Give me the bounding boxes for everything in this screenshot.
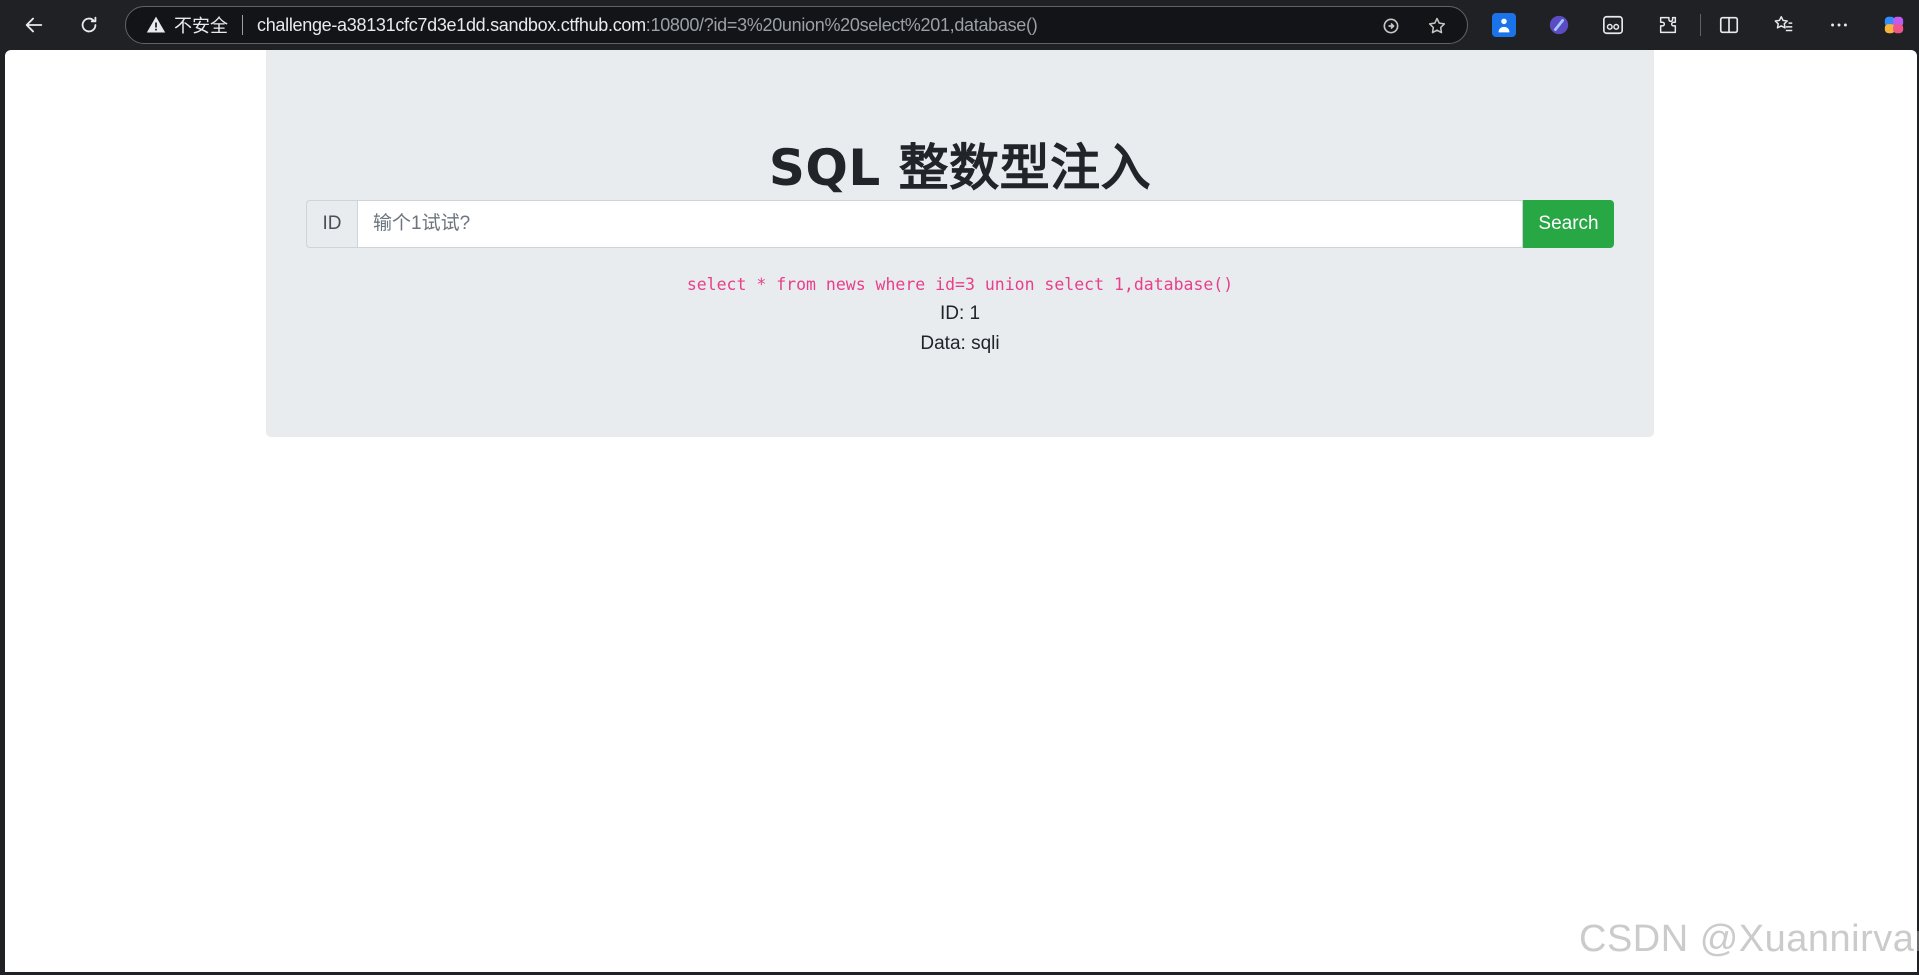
url-host: challenge-a38131cfc7d3e1dd.sandbox.ctfhu… (257, 14, 646, 35)
watermark: CSDN @Xuannirvana (1579, 918, 1919, 960)
result-data: Data: sqli (920, 333, 1000, 354)
refresh-page-icon (1383, 18, 1399, 34)
address-bar[interactable]: 不安全 challenge-a38131cfc7d3e1dd.sandbox.c… (125, 6, 1468, 44)
puzzle-icon (1659, 16, 1677, 34)
favorites-button[interactable] (1772, 13, 1796, 37)
person-icon (1498, 18, 1510, 33)
url-path: :10800/?id=3%20union%20select%201,databa… (645, 14, 1038, 35)
toolbar-divider (1700, 14, 1701, 36)
ellipsis-icon (1831, 23, 1847, 27)
glasses-icon (1603, 15, 1623, 35)
extension-slash-button[interactable] (1547, 13, 1571, 37)
refresh-button[interactable] (73, 9, 105, 41)
security-label: 不安全 (174, 16, 228, 36)
favorite-button[interactable] (1424, 13, 1450, 39)
page-title: SQL 整数型注入 (768, 139, 1152, 197)
page-viewport: SQL 整数型注入 ID Search select * from news w… (5, 50, 1917, 972)
refresh-icon (81, 16, 97, 33)
extension-glasses-button[interactable] (1601, 13, 1625, 37)
browser-toolbar: 不安全 challenge-a38131cfc7d3e1dd.sandbox.c… (0, 0, 1919, 50)
star-icon (1428, 17, 1446, 34)
id-prefix-label: ID (306, 200, 357, 248)
extensions-button[interactable] (1656, 13, 1680, 37)
arrow-left-icon (25, 17, 43, 33)
slash-circle-icon (1549, 15, 1569, 35)
url-text[interactable]: challenge-a38131cfc7d3e1dd.sandbox.ctfhu… (257, 14, 1038, 36)
security-indicator[interactable]: 不安全 (146, 12, 228, 38)
copilot-icon (1884, 16, 1904, 34)
omnibox-divider (242, 15, 243, 35)
split-screen-icon (1719, 16, 1739, 34)
split-screen-button[interactable] (1717, 13, 1741, 37)
back-button[interactable] (18, 9, 50, 41)
favorites-list-icon (1774, 16, 1793, 32)
copilot-button[interactable] (1882, 13, 1906, 37)
id-input[interactable] (357, 200, 1523, 248)
search-button[interactable]: Search (1523, 200, 1614, 248)
more-menu-button[interactable] (1827, 13, 1851, 37)
extension-translate-button[interactable] (1492, 13, 1516, 37)
read-aloud-button[interactable] (1378, 13, 1404, 39)
result-id: ID: 1 (939, 303, 981, 324)
jumbotron: SQL 整数型注入 ID Search select * from news w… (266, 50, 1654, 437)
warning-icon (146, 16, 166, 33)
search-form: ID Search (306, 200, 1614, 248)
sql-query-text: select * from news where id=3 union sele… (686, 275, 1234, 294)
